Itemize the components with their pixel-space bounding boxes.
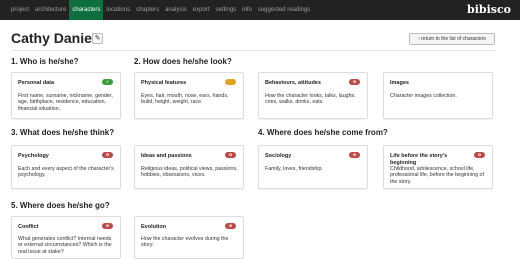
title-divider	[11, 50, 496, 51]
card-evolution[interactable]: Evolution ⊖ How the character evolves du…	[134, 216, 244, 259]
card-behaviours-attitudes[interactable]: Behaviours, attitudes ⊖ How the characte…	[258, 72, 368, 119]
card-title: Images	[390, 80, 409, 86]
section-title-come-from: 4. Where does he/she come from?	[258, 128, 388, 137]
top-navbar: project architecture characters location…	[0, 0, 520, 20]
card-title: Psychology	[18, 153, 49, 159]
card-description: First name, surname, nickname, gender, a…	[18, 93, 113, 112]
nav-item-chapters[interactable]: chapters	[133, 0, 162, 20]
nav-item-architecture[interactable]: architecture	[32, 0, 69, 20]
card-description: Religious ideas, political views, passio…	[141, 166, 238, 179]
status-badge: ⊖	[102, 152, 113, 158]
status-badge: ⊖	[225, 223, 236, 229]
card-physical-features[interactable]: Physical features Eyes, hair, mouth, nos…	[134, 72, 244, 119]
card-description: Character images collection.	[390, 93, 457, 99]
card-description: Family, loves, friendship.	[265, 166, 323, 172]
nav-item-suggested-readings[interactable]: suggested readings	[255, 0, 313, 20]
card-title: Ideas and passions	[141, 153, 192, 159]
card-description: Each and every aspect of the character's…	[18, 166, 114, 179]
status-badge: ⊖	[474, 152, 485, 158]
status-badge: ⊖	[349, 152, 360, 158]
nav-item-project[interactable]: project	[8, 0, 32, 20]
card-psychology[interactable]: Psychology ⊖ Each and every aspect of th…	[11, 145, 121, 189]
card-conflict[interactable]: Conflict ⊖ What generates conflict? Inte…	[11, 216, 121, 259]
card-title: Conflict	[18, 224, 39, 230]
pencil-icon: ✎	[94, 35, 101, 42]
card-description: Eyes, hair, mouth, nose, ears, hands, bu…	[141, 93, 229, 106]
card-sociology[interactable]: Sociology ⊖ Family, loves, friendship.	[258, 145, 368, 189]
nav-menu: project architecture characters location…	[8, 0, 313, 20]
card-title: Life before the story's beginning	[390, 153, 448, 166]
nav-item-export[interactable]: export	[190, 0, 213, 20]
card-title: Personal data	[18, 80, 55, 86]
card-description: How the character evolves during the sto…	[141, 236, 229, 249]
section-title-who: 1. Who is he/she?	[11, 57, 79, 66]
card-title: Sociology	[265, 153, 292, 159]
card-description: How the character looks, talks, laughs, …	[265, 93, 356, 106]
card-title: Physical features	[141, 80, 187, 86]
status-badge: ⊖	[349, 79, 360, 85]
section-title-think: 3. What does he/she think?	[11, 128, 115, 137]
nav-item-characters[interactable]: characters	[69, 0, 104, 20]
brand-logo: bibisco	[467, 3, 511, 16]
nav-item-settings[interactable]: settings	[212, 0, 239, 20]
card-title: Behaviours, attitudes	[265, 80, 321, 86]
card-description: What generates conflict? Internal needs …	[18, 236, 112, 255]
card-personal-data[interactable]: Personal data ✓ First name, surname, nic…	[11, 72, 121, 119]
status-badge: ⊖	[225, 152, 236, 158]
edit-title-button[interactable]: ✎	[92, 33, 103, 44]
card-ideas-passions[interactable]: Ideas and passions ⊖ Religious ideas, po…	[134, 145, 244, 189]
section-title-look: 2. How does he/she look?	[134, 57, 232, 66]
nav-item-info[interactable]: info	[239, 0, 255, 20]
return-to-list-button[interactable]: ‹ return to the list of characters	[409, 33, 495, 45]
section-title-go: 5. Where does he/she go?	[11, 201, 110, 210]
card-description: Childhood, adolescence, school life, pro…	[390, 166, 484, 185]
page-title: Cathy Daniel	[11, 30, 96, 46]
status-badge: ✓	[102, 79, 113, 85]
status-badge	[225, 79, 236, 85]
return-button-label: return to the list of characters	[421, 36, 486, 42]
nav-item-analysis[interactable]: analysis	[162, 0, 190, 20]
card-images[interactable]: Images Character images collection.	[383, 72, 493, 119]
nav-item-locations[interactable]: locations	[103, 0, 133, 20]
status-badge: ⊖	[102, 223, 113, 229]
card-title: Evolution	[141, 224, 167, 230]
card-life-before-story[interactable]: Life before the story's beginning ⊖ Chil…	[383, 145, 493, 189]
